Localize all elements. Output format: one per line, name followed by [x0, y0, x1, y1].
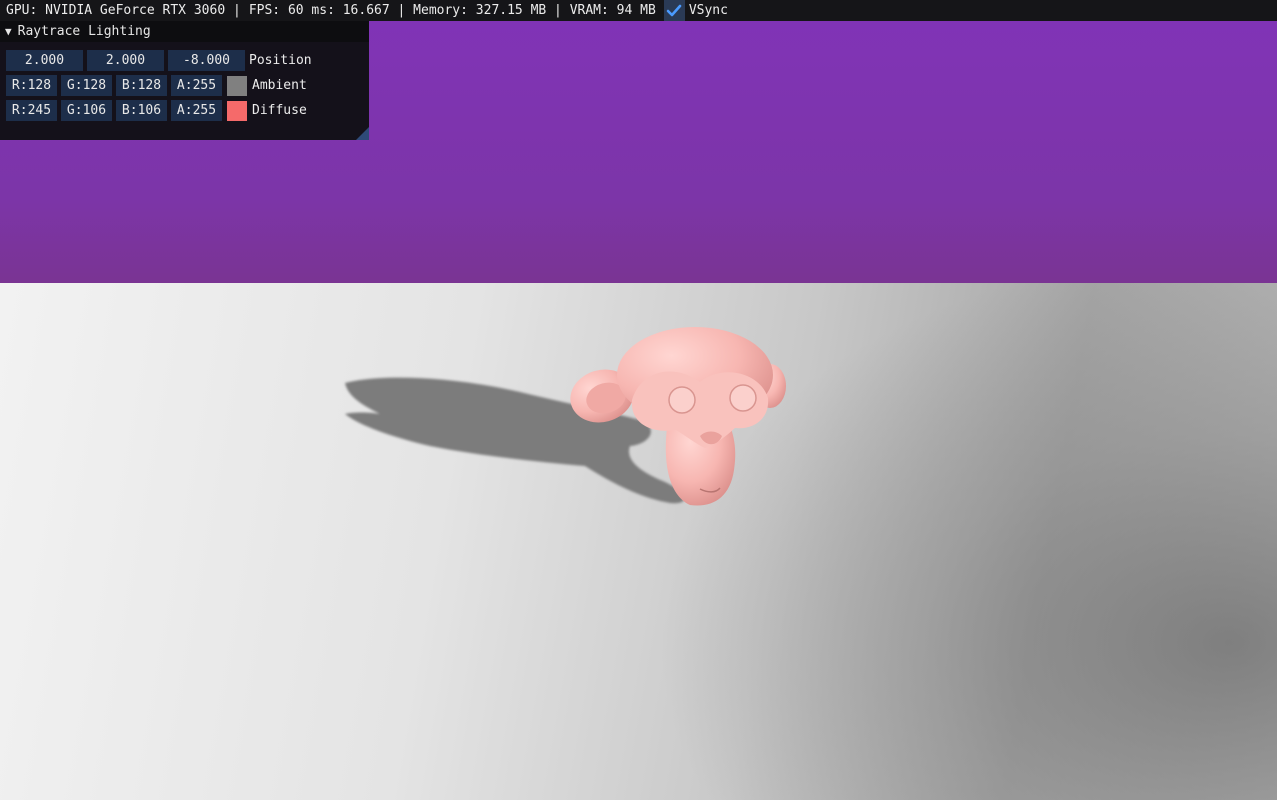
diffuse-g-input[interactable]: G:106: [61, 100, 112, 121]
position-row: 2.000 2.000 -8.000 Position: [6, 50, 312, 71]
diffuse-row: R:245 G:106 B:106 A:255 Diffuse: [6, 100, 307, 121]
vsync-checkbox[interactable]: [663, 0, 685, 21]
checkmark-icon: [667, 4, 682, 16]
diffuse-b-input[interactable]: B:106: [116, 100, 167, 121]
ambient-label: Ambient: [252, 78, 307, 93]
ambient-color-swatch[interactable]: [227, 75, 247, 96]
lighting-panel: ▼ Raytrace Lighting 2.000 2.000 -8.000 P…: [0, 21, 369, 140]
panel-title-bar[interactable]: ▼ Raytrace Lighting: [0, 21, 369, 42]
ambient-row: R:128 G:128 B:128 A:255 Ambient: [6, 75, 307, 96]
ambient-r-input[interactable]: R:128: [6, 75, 57, 96]
ambient-a-input[interactable]: A:255: [171, 75, 222, 96]
triangle-down-icon[interactable]: ▼: [5, 25, 12, 38]
position-x-input[interactable]: 2.000: [6, 50, 83, 71]
diffuse-a-input[interactable]: A:255: [171, 100, 222, 121]
stats-menubar: GPU: NVIDIA GeForce RTX 3060 | FPS: 60 m…: [0, 0, 1277, 21]
diffuse-color-swatch[interactable]: [227, 100, 247, 121]
position-y-input[interactable]: 2.000: [87, 50, 164, 71]
panel-title: Raytrace Lighting: [17, 24, 151, 39]
diffuse-r-input[interactable]: R:245: [6, 100, 57, 121]
diffuse-label: Diffuse: [252, 103, 307, 118]
perf-stats: FPS: 60 ms: 16.667 | Memory: 327.15 MB |…: [248, 3, 656, 18]
ambient-b-input[interactable]: B:128: [116, 75, 167, 96]
resize-grip[interactable]: [356, 127, 369, 140]
vsync-label: VSync: [688, 3, 728, 18]
vsync-toggle[interactable]: VSync: [663, 0, 728, 21]
position-z-input[interactable]: -8.000: [168, 50, 245, 71]
gpu-info: GPU: NVIDIA GeForce RTX 3060 |: [6, 3, 241, 18]
position-label: Position: [249, 53, 312, 68]
monkey-model: [570, 327, 786, 506]
ambient-g-input[interactable]: G:128: [61, 75, 112, 96]
